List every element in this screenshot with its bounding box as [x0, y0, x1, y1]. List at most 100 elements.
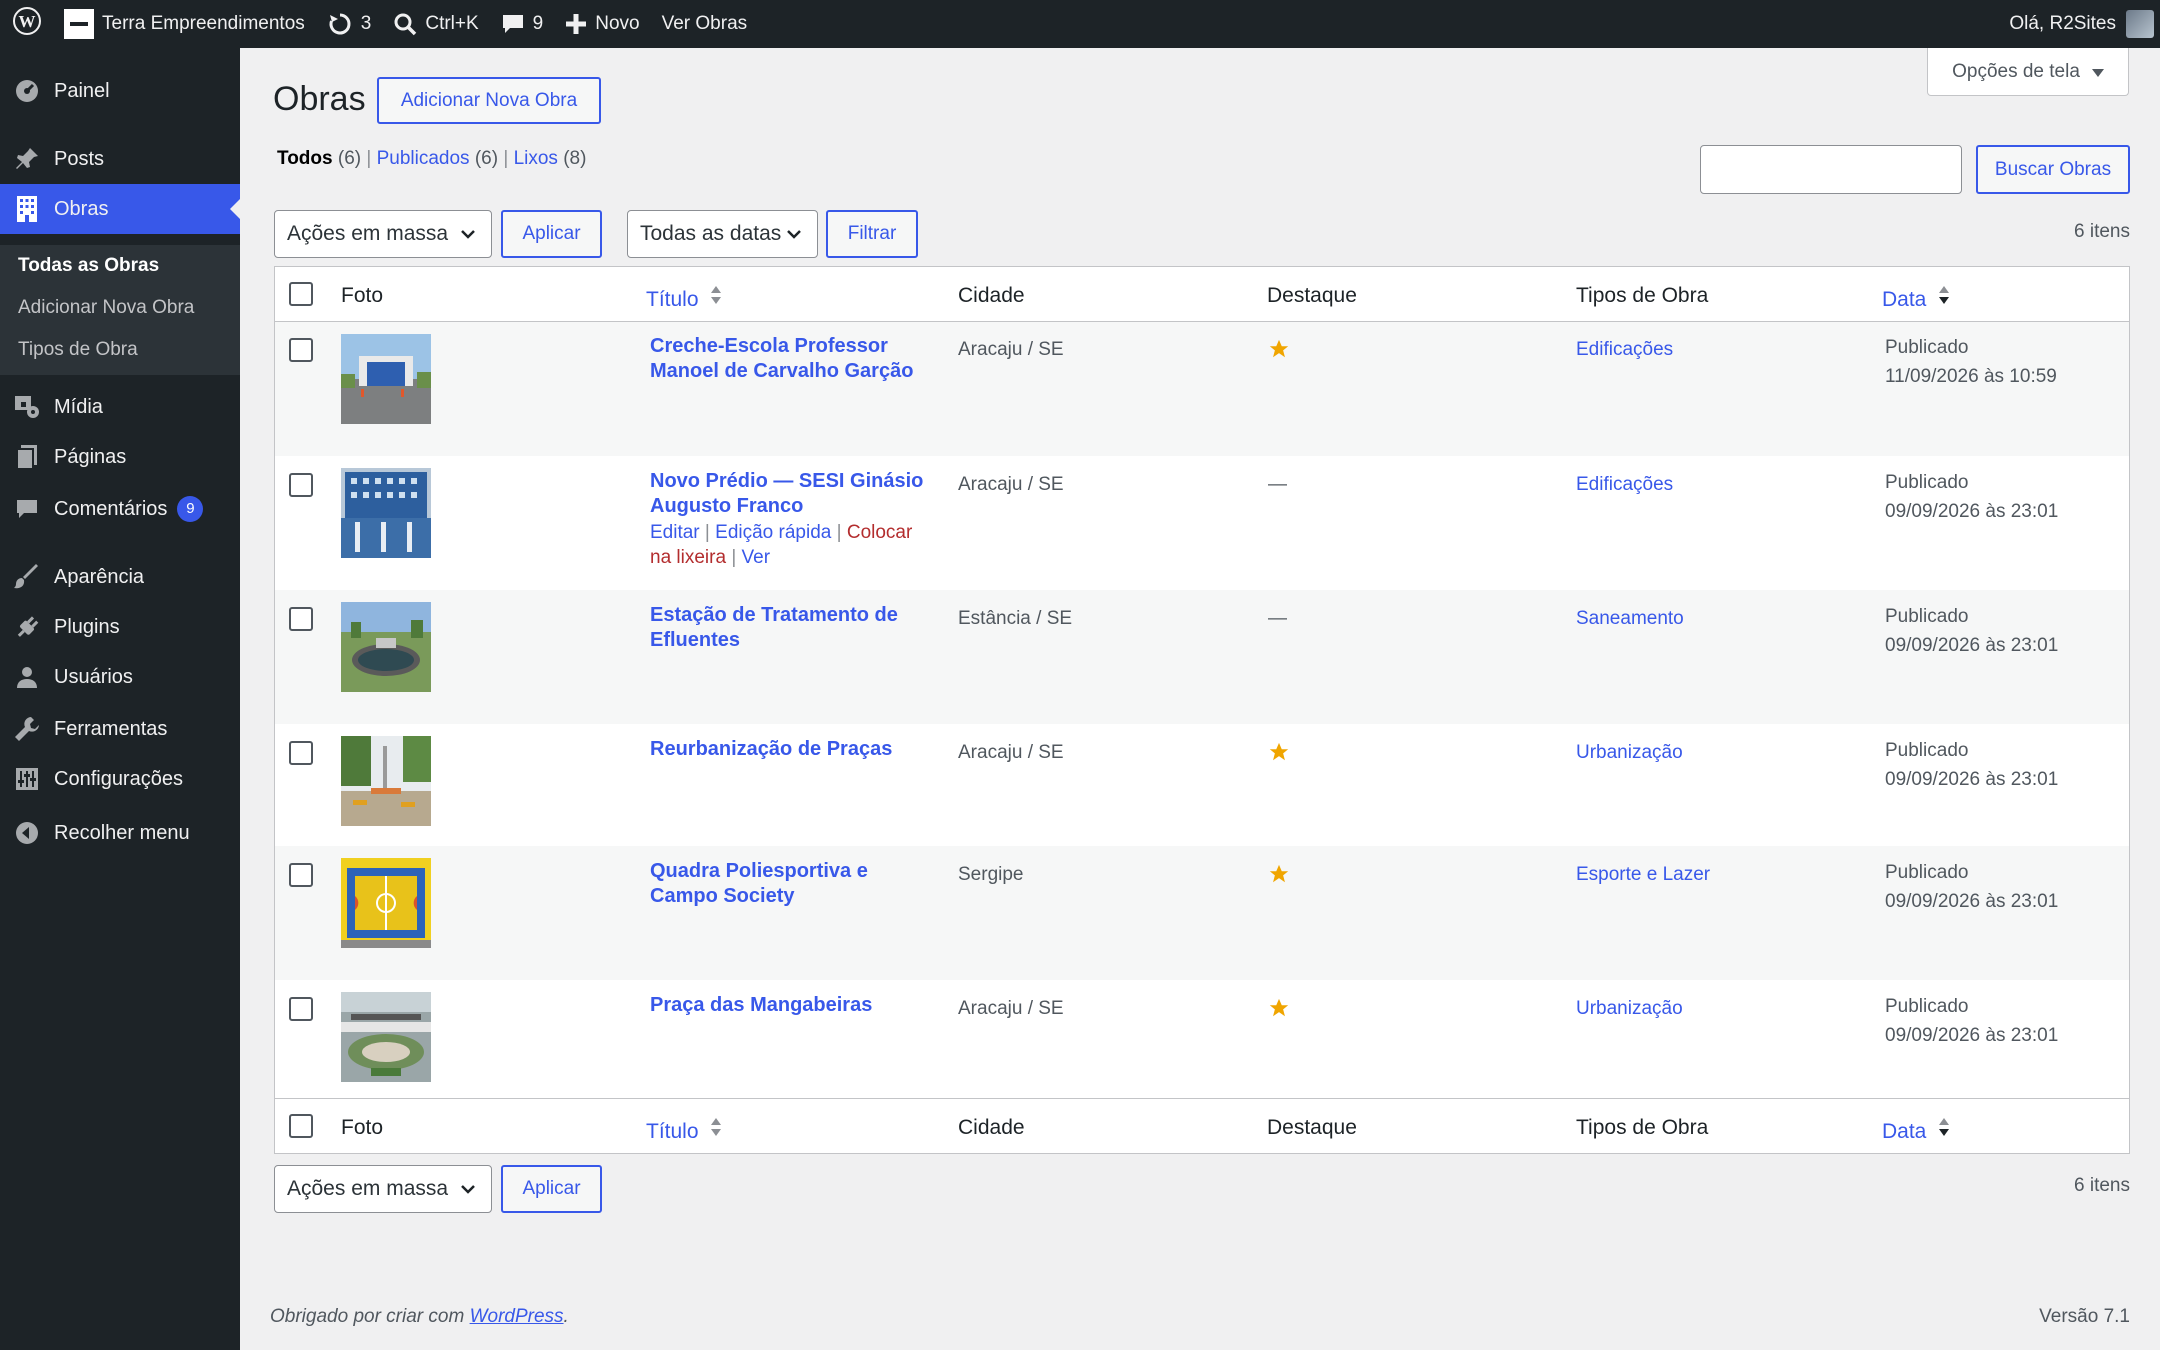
obra-title-link[interactable]: Novo Prédio — SESI Ginásio Augusto Franco: [650, 469, 940, 519]
row-checkbox[interactable]: [289, 473, 313, 497]
obra-title-link[interactable]: Reurbanização de Praças: [650, 737, 940, 762]
obra-datetime: 09/09/2026 às 23:01: [1885, 501, 2059, 522]
obra-title-link[interactable]: Estação de Tratamento de Efluentes: [650, 603, 940, 653]
table-row: Praça das Mangabeiras Aracaju / SE Urban…: [275, 980, 2129, 1098]
sort-icon: [710, 286, 722, 311]
view-trash-link[interactable]: Lixos (8): [514, 148, 587, 169]
menu-obras[interactable]: Obras: [0, 184, 240, 234]
not-featured-mark: —: [1268, 474, 1287, 495]
obra-type-link[interactable]: Saneamento: [1576, 608, 1684, 630]
menu-posts[interactable]: Posts: [0, 134, 240, 184]
table-row: Quadra Poliesportiva e Campo Society Serg…: [275, 846, 2129, 980]
search-obras-button[interactable]: Buscar Obras: [1976, 145, 2130, 194]
apply-bulk-button-bottom[interactable]: Aplicar: [501, 1165, 602, 1213]
menu-painel[interactable]: Painel: [0, 66, 240, 116]
column-data[interactable]: Data: [1882, 1116, 1950, 1144]
menu-midia[interactable]: Mídia: [0, 382, 240, 432]
select-all-checkbox[interactable]: [289, 282, 313, 306]
obra-thumbnail[interactable]: [341, 736, 431, 826]
collapse-menu-button[interactable]: Recolher menu: [0, 808, 240, 858]
table-footer: Foto Título Cidade Destaque Tipos de Obr…: [275, 1098, 2129, 1153]
quick-edit-link[interactable]: Edição rápida: [715, 522, 831, 543]
obra-type-link[interactable]: Urbanização: [1576, 742, 1683, 764]
obra-title-link[interactable]: Creche-Escola Professor Manoel de Carvalh…: [650, 334, 940, 384]
obra-date: Publicado 09/09/2026 às 23:01: [1885, 468, 2058, 526]
menu-ferramentas[interactable]: Ferramentas: [0, 704, 240, 754]
column-titulo[interactable]: Título: [646, 1116, 722, 1144]
menu-label-ferramentas: Ferramentas: [54, 717, 168, 740]
submenu-todas-as-obras[interactable]: Todas as Obras: [18, 255, 159, 277]
footer-thanks-prefix: Obrigado por criar com: [270, 1306, 470, 1327]
menu-configuracoes[interactable]: Configurações: [0, 754, 240, 804]
row-checkbox[interactable]: [289, 607, 313, 631]
obra-type-link[interactable]: Esporte e Lazer: [1576, 864, 1710, 886]
menu-label-aparencia: Aparência: [54, 565, 145, 588]
wordpress-logo-icon: W: [12, 6, 42, 42]
menu-label-configuracoes: Configurações: [54, 767, 183, 790]
obras-table: Foto Título Cidade Destaque Tipos de Obr…: [274, 266, 2130, 1154]
comments-count: 9: [532, 13, 544, 34]
add-new-obra-button[interactable]: Adicionar Nova Obra: [377, 77, 601, 124]
site-name-menu[interactable]: Terra Empreendimentos: [53, 0, 316, 48]
search-input[interactable]: [1700, 145, 1962, 194]
obra-title-line: Creche-Escola Professor: [650, 335, 888, 357]
obra-status: Publicado: [1885, 606, 1969, 627]
obra-thumbnail[interactable]: [341, 602, 431, 692]
building-icon: [0, 195, 54, 223]
menu-plugins[interactable]: Plugins: [0, 602, 240, 652]
new-content-menu[interactable]: Novo: [554, 0, 650, 48]
obra-type-link[interactable]: Edificações: [1576, 474, 1673, 496]
menu-aparencia[interactable]: Aparência: [0, 552, 240, 602]
obra-status: Publicado: [1885, 472, 1969, 493]
updates-menu[interactable]: 3: [316, 0, 383, 48]
row-checkbox[interactable]: [289, 863, 313, 887]
obra-date: Publicado 09/09/2026 às 23:01: [1885, 736, 2058, 794]
command-search[interactable]: Ctrl+K: [382, 0, 489, 48]
submenu-adicionar-nova-obra[interactable]: Adicionar Nova Obra: [18, 297, 194, 319]
view-link[interactable]: Ver: [742, 547, 771, 568]
obra-title-line: Praça das Mangabeiras: [650, 994, 873, 1016]
column-foto: Foto: [341, 1116, 384, 1139]
obra-thumbnail[interactable]: [341, 468, 431, 558]
obra-thumbnail[interactable]: [341, 334, 431, 424]
select-all-checkbox-footer[interactable]: [289, 1114, 313, 1138]
dates-filter-select[interactable]: Todas as datas: [627, 210, 818, 258]
obra-title-link[interactable]: Praça das Mangabeiras: [650, 993, 940, 1018]
sort-icon: [710, 1118, 722, 1143]
my-account-menu[interactable]: Olá, R2Sites: [1998, 0, 2160, 48]
filter-button[interactable]: Filtrar: [826, 210, 918, 258]
menu-usuarios[interactable]: Usuários: [0, 652, 240, 702]
obra-thumbnail[interactable]: [341, 992, 431, 1082]
user-icon: [0, 665, 54, 689]
bulk-actions-select[interactable]: Ações em massa: [274, 210, 492, 258]
obra-title-link[interactable]: Quadra Poliesportiva e Campo Society: [650, 859, 940, 909]
row-checkbox[interactable]: [289, 741, 313, 765]
obra-type-link[interactable]: Edificações: [1576, 339, 1673, 361]
view-all-link[interactable]: Todos (6): [277, 148, 361, 169]
wordpress-link[interactable]: WordPress: [470, 1306, 564, 1327]
menu-paginas[interactable]: Páginas: [0, 432, 240, 482]
column-titulo[interactable]: Título: [646, 284, 722, 312]
screen-options-button[interactable]: Opções de tela: [1927, 48, 2129, 96]
wp-logo-menu[interactable]: W: [0, 0, 53, 48]
obra-title-line: Manoel de Carvalho Garção: [650, 360, 914, 382]
obra-type-link[interactable]: Urbanização: [1576, 998, 1683, 1020]
comments-menu[interactable]: 9: [490, 0, 555, 48]
obra-city: Estância / SE: [958, 608, 1073, 629]
obra-thumbnail[interactable]: [341, 858, 431, 948]
view-obras-link[interactable]: Ver Obras: [651, 0, 759, 48]
row-checkbox[interactable]: [289, 997, 313, 1021]
view-published-link[interactable]: Publicados (6): [377, 148, 498, 169]
submenu-tipos-de-obra[interactable]: Tipos de Obra: [18, 339, 138, 361]
row-checkbox[interactable]: [289, 338, 313, 362]
bulk-actions-select-bottom[interactable]: Ações em massa: [274, 1165, 492, 1213]
column-data-label: Data: [1882, 1120, 1927, 1143]
apply-bulk-button[interactable]: Aplicar: [501, 210, 602, 258]
obra-status: Publicado: [1885, 996, 1969, 1017]
column-data[interactable]: Data: [1882, 284, 1950, 312]
view-all-label: Todos: [277, 148, 333, 169]
view-all-count: (6): [337, 148, 362, 169]
obra-title-line: Augusto Franco: [650, 495, 804, 517]
edit-link[interactable]: Editar: [650, 522, 700, 543]
menu-comentarios[interactable]: Comentários 9: [0, 484, 240, 534]
